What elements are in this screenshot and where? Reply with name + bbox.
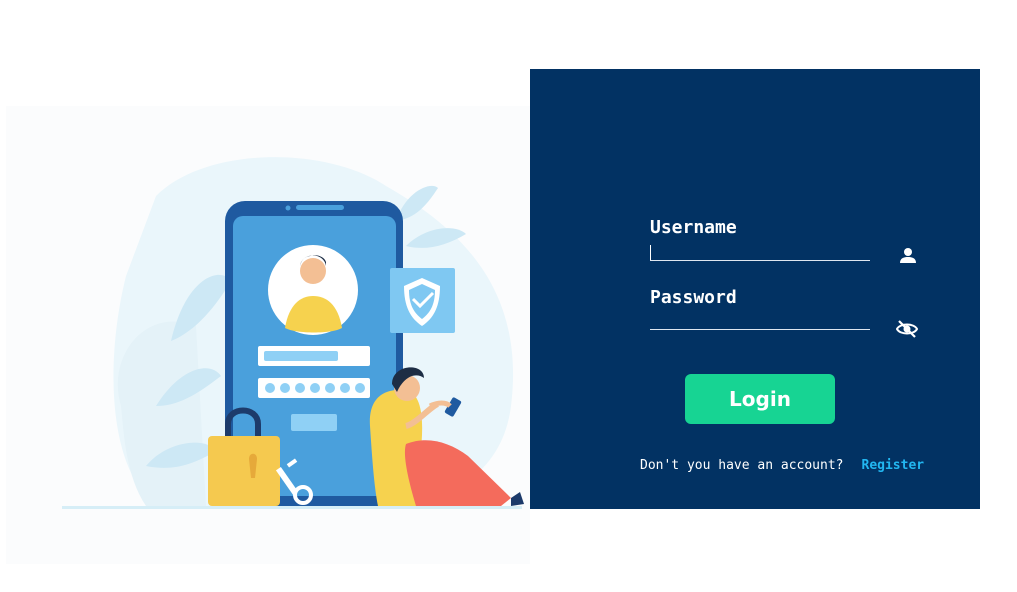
login-illustration xyxy=(6,106,530,564)
illustration-art xyxy=(62,157,524,509)
login-panel: Username Password Login Don't you have a… xyxy=(530,69,980,509)
no-account-text: Don't you have an account? xyxy=(640,458,844,473)
eye-slash-icon[interactable] xyxy=(895,318,919,340)
text-caret xyxy=(650,245,651,260)
user-icon xyxy=(897,245,919,267)
login-button[interactable]: Login xyxy=(685,374,835,424)
register-prompt: Don't you have an account? Register xyxy=(640,458,924,473)
username-input[interactable] xyxy=(650,234,870,261)
register-link[interactable]: Register xyxy=(862,458,925,473)
password-input[interactable] xyxy=(650,303,870,330)
